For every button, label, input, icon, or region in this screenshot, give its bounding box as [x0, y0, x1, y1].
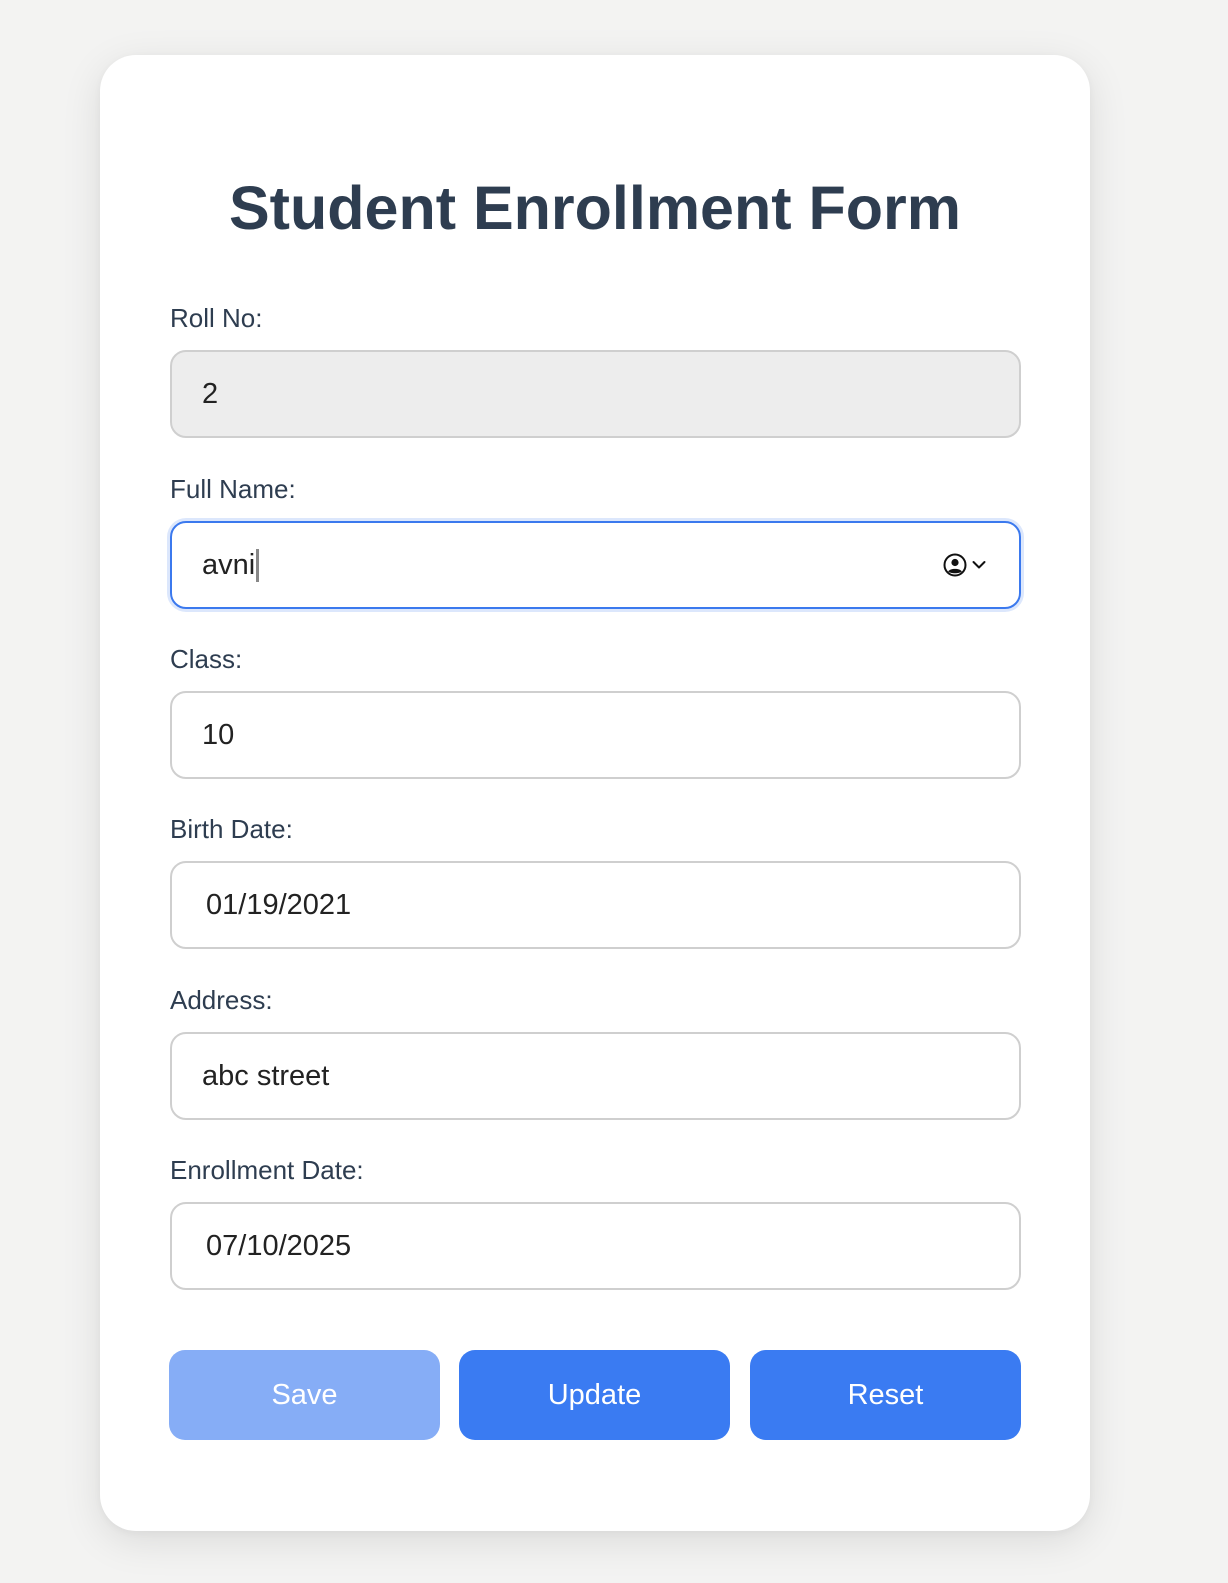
roll-no-label: Roll No: — [170, 303, 263, 333]
class-value: 10 — [202, 718, 235, 751]
birth-date-input[interactable]: 01/19/2021 — [170, 861, 1021, 949]
contact-card-icon — [943, 553, 967, 577]
full-name-input[interactable]: avni — [170, 521, 1021, 609]
address-value: abc street — [202, 1059, 330, 1092]
class-input[interactable]: 10 — [170, 691, 1021, 779]
enrollment-date-label: Enrollment Date: — [170, 1155, 364, 1185]
form-title: Student Enrollment Form — [229, 174, 961, 242]
text-caret — [256, 548, 260, 582]
birth-date-value: 01/19/2021 — [206, 888, 352, 921]
full-name-value: avni — [202, 548, 256, 581]
enrollment-date-value: 07/10/2025 — [206, 1229, 352, 1262]
enrollment-card: Student Enrollment Form Roll No: 2 Full … — [100, 55, 1090, 1531]
class-label: Class: — [170, 644, 243, 674]
update-button[interactable]: Update — [459, 1350, 730, 1440]
address-label: Address: — [170, 985, 273, 1015]
chevron-down-icon — [972, 561, 986, 569]
full-name-label: Full Name: — [170, 474, 296, 504]
reset-button[interactable]: Reset — [750, 1350, 1021, 1440]
address-input[interactable]: abc street — [170, 1032, 1021, 1120]
autofill-button[interactable] — [943, 553, 987, 577]
birth-date-label: Birth Date: — [170, 814, 293, 844]
save-button[interactable]: Save — [169, 1350, 440, 1440]
roll-no-input[interactable]: 2 — [170, 350, 1021, 438]
roll-no-value: 2 — [202, 377, 219, 410]
enrollment-date-input[interactable]: 07/10/2025 — [170, 1202, 1021, 1290]
